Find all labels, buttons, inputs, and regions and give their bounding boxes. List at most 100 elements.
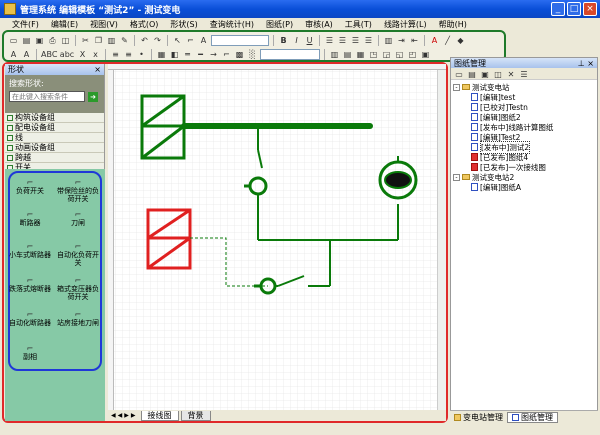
tree-station-1[interactable]: - 测试变电站 xyxy=(451,82,597,92)
fill-color-icon[interactable]: ◆ xyxy=(455,35,466,46)
tree-doc[interactable]: [编辑]图纸2 xyxy=(451,112,597,122)
style-combo[interactable] xyxy=(260,49,320,60)
pointer-icon[interactable]: ↖ xyxy=(172,35,183,46)
tab-background[interactable]: 背景 xyxy=(180,410,211,421)
last-sheet-icon[interactable]: ▶ xyxy=(131,412,136,419)
menu-drawing[interactable]: 图纸(P) xyxy=(260,19,299,30)
menu-tools[interactable]: 工具(T) xyxy=(339,19,378,30)
print-icon[interactable]: ⎙ xyxy=(47,35,58,46)
align-right-icon[interactable]: ☰ xyxy=(350,35,361,46)
layout-icon-1[interactable]: ▥ xyxy=(329,49,340,60)
line-weight-icon[interactable]: ━ xyxy=(195,49,206,60)
save-drawing-icon[interactable]: ▣ xyxy=(480,69,490,79)
shape-fused-load-switch[interactable]: ⌐ 带保险丝的负荷开关 xyxy=(55,179,101,204)
indent-icon[interactable]: ⇥ xyxy=(396,35,407,46)
minimize-button[interactable]: _ xyxy=(551,2,565,16)
shape-knife-switch[interactable]: ⌐ 刀闸 xyxy=(55,211,101,228)
menu-format[interactable]: 格式(O) xyxy=(124,19,165,30)
cut-icon[interactable]: ✂ xyxy=(80,35,91,46)
shape-box-transformer-switch[interactable]: ⌐ 箱式变压器负荷开关 xyxy=(55,277,101,302)
layout-icon-7[interactable]: ◰ xyxy=(407,49,418,60)
layout-icon-2[interactable]: ▤ xyxy=(342,49,353,60)
prev-sheet-icon[interactable]: ◀ xyxy=(118,412,123,419)
copy-icon[interactable]: ❐ xyxy=(93,35,104,46)
tree-doc[interactable]: [编辑]图纸A xyxy=(451,182,597,192)
superscript-icon[interactable]: X xyxy=(77,49,88,60)
menu-query[interactable]: 查询统计(H) xyxy=(204,19,260,30)
bold-button[interactable]: B xyxy=(278,35,289,46)
tree-doc[interactable]: [已发布]一次接线图 xyxy=(451,162,597,172)
tab-drawing-manager[interactable]: 图纸管理 xyxy=(507,411,558,423)
search-go-icon[interactable]: ➜ xyxy=(88,91,98,102)
align-center-icon[interactable]: ☰ xyxy=(337,35,348,46)
uppercase-icon[interactable]: ABC xyxy=(41,49,57,60)
text-block-icon[interactable]: ▥ xyxy=(383,35,394,46)
undo-icon[interactable]: ↶ xyxy=(139,35,150,46)
search-input[interactable] xyxy=(9,91,85,102)
lowercase-icon[interactable]: abc xyxy=(59,49,75,60)
close-button[interactable]: × xyxy=(583,2,597,16)
paragraph-spacing-icon[interactable]: ≡ xyxy=(123,49,134,60)
pin-icon[interactable]: ⊥ × xyxy=(578,59,594,68)
line-style-icon[interactable]: ═ xyxy=(182,49,193,60)
tree-station-2[interactable]: - 测试变电站2 xyxy=(451,172,597,182)
shape-trolley-breaker[interactable]: ⌐ 小车式断路器 xyxy=(7,243,53,260)
font-combo[interactable] xyxy=(211,35,269,46)
bullet-icon[interactable]: • xyxy=(136,49,147,60)
format-painter-icon[interactable]: ✎ xyxy=(119,35,130,46)
drawing-canvas[interactable] xyxy=(108,64,446,410)
menu-shape[interactable]: 形状(S) xyxy=(164,19,203,30)
grid-icon[interactable]: ▦ xyxy=(156,49,167,60)
shape-ground-switch[interactable]: ⌐ 站房接地刀闸 xyxy=(55,311,101,328)
tab-station-manager[interactable]: 变电站管理 xyxy=(450,412,507,423)
menu-edit[interactable]: 编辑(E) xyxy=(45,19,84,30)
tab-wiring-diagram[interactable]: 接线图 xyxy=(140,410,179,421)
menu-view[interactable]: 视图(V) xyxy=(84,19,124,30)
line-end-icon[interactable]: → xyxy=(208,49,219,60)
text-tool-icon[interactable]: A xyxy=(198,35,209,46)
layout-icon-5[interactable]: ◲ xyxy=(381,49,392,60)
pattern-icon[interactable]: ▩ xyxy=(234,49,245,60)
layout-icon-3[interactable]: ▦ xyxy=(355,49,366,60)
font-color-icon[interactable]: A xyxy=(429,35,440,46)
justify-icon[interactable]: ☰ xyxy=(363,35,374,46)
new-drawing-icon[interactable]: ▭ xyxy=(454,69,464,79)
layout-icon-8[interactable]: ▣ xyxy=(420,49,431,60)
properties-icon[interactable]: ◫ xyxy=(493,69,503,79)
preview-icon[interactable]: ◫ xyxy=(60,35,71,46)
open-drawing-icon[interactable]: ▤ xyxy=(467,69,477,79)
panel-close-icon[interactable]: × xyxy=(94,65,101,74)
line-spacing-icon[interactable]: ≡ xyxy=(110,49,121,60)
shrink-font-icon[interactable]: A xyxy=(21,49,32,60)
tree-doc[interactable]: [已校对]Testn xyxy=(451,102,597,112)
outdent-icon[interactable]: ⇤ xyxy=(409,35,420,46)
corner-icon[interactable]: ⌐ xyxy=(221,49,232,60)
shape-drop-fuse[interactable]: ⌐ 跌落式熔断器 xyxy=(7,277,53,294)
menu-help[interactable]: 帮助(H) xyxy=(433,19,473,30)
tree-doc[interactable]: [发布中]线路计算图纸 xyxy=(451,122,597,132)
paste-icon[interactable]: ▥ xyxy=(106,35,117,46)
line-color-icon[interactable]: ╱ xyxy=(442,35,453,46)
shape-breaker[interactable]: ⌐ 断路器 xyxy=(7,211,53,228)
tree-doc[interactable]: [已发布]图纸4 xyxy=(451,152,597,162)
layout-icon-6[interactable]: ◱ xyxy=(394,49,405,60)
connector-icon[interactable]: ⌐ xyxy=(185,35,196,46)
first-sheet-icon[interactable]: ◀ xyxy=(111,412,116,419)
tree-doc[interactable]: [编辑]test xyxy=(451,92,597,102)
shape-load-switch[interactable]: ⌐ 负荷开关 xyxy=(7,179,53,196)
align-left-icon[interactable]: ☰ xyxy=(324,35,335,46)
save-icon[interactable]: ▣ xyxy=(34,35,45,46)
next-sheet-icon[interactable]: ▶ xyxy=(124,412,129,419)
delete-icon[interactable]: ✕ xyxy=(506,69,516,79)
tree-doc-selected[interactable]: [发布中]测试2 xyxy=(451,140,597,154)
menu-file[interactable]: 文件(F) xyxy=(6,19,45,30)
italic-button[interactable]: I xyxy=(291,35,302,46)
maximize-button[interactable]: □ xyxy=(567,2,581,16)
underline-button[interactable]: U xyxy=(304,35,315,46)
menu-audit[interactable]: 审核(A) xyxy=(299,19,339,30)
redo-icon[interactable]: ↷ xyxy=(152,35,163,46)
vertical-scrollbar[interactable] xyxy=(437,70,446,410)
shape-phase[interactable]: ⌐ 副相 xyxy=(7,345,53,362)
shape-auto-load-switch[interactable]: ⌐ 自动化负荷开关 xyxy=(55,243,101,268)
transparency-icon[interactable]: ░ xyxy=(247,49,258,60)
